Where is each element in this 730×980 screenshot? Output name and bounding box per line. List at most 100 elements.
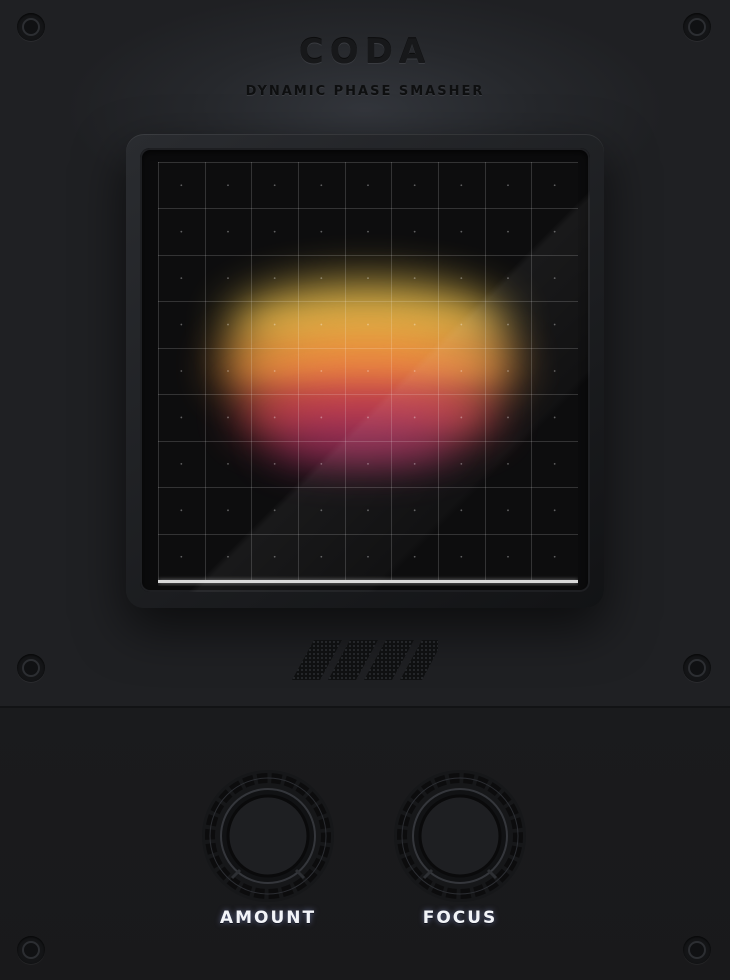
grid-dot <box>413 230 416 233</box>
grid-dot <box>460 184 463 187</box>
grid-dot <box>320 462 323 465</box>
grid-dot <box>320 509 323 512</box>
screw-icon <box>683 936 711 964</box>
grid-dot <box>227 416 229 419</box>
grid-dot <box>273 509 276 512</box>
grid-dot <box>460 323 463 326</box>
grid-dot <box>273 184 276 187</box>
amount-label: AMOUNT <box>219 908 317 928</box>
grid-dot <box>180 370 183 372</box>
grid-dot <box>413 184 416 187</box>
spectrum-baseline <box>158 580 578 583</box>
grid-dot <box>507 184 509 187</box>
screw-icon <box>17 654 45 682</box>
grid-dot <box>413 370 416 372</box>
screw-icon <box>683 13 711 41</box>
grid-dot <box>227 323 229 326</box>
grid-dot <box>227 230 229 233</box>
grid-dot <box>367 370 369 372</box>
grid-dot <box>320 277 323 280</box>
grid-dot <box>553 184 556 187</box>
spectrum-grid <box>158 162 578 581</box>
grid-dot <box>180 416 183 419</box>
grid-dot <box>413 509 416 512</box>
grid-dot <box>460 555 463 558</box>
grid-dot <box>367 323 369 326</box>
grid-dot <box>273 416 276 419</box>
grid-dot <box>180 323 183 326</box>
grid-dot <box>180 509 183 512</box>
screw-icon <box>17 13 45 41</box>
grid-dot <box>507 323 509 326</box>
grid-dot <box>273 323 276 326</box>
grid-dot <box>553 370 556 372</box>
grid-dot <box>367 184 369 187</box>
vent-grille-icon <box>292 640 438 680</box>
top-panel: CODA DYNAMIC PHASE SMASHER <box>0 0 730 708</box>
grid-dot <box>460 230 463 233</box>
grid-dot <box>273 277 276 280</box>
grid-dot <box>273 230 276 233</box>
spectrum-display[interactable] <box>158 162 578 586</box>
plugin-title: CODA <box>298 32 432 72</box>
grid-dot <box>180 555 183 558</box>
grid-dot <box>507 416 509 419</box>
grid-dot <box>553 230 556 233</box>
grid-dot <box>227 277 229 280</box>
grid-dot <box>553 462 556 465</box>
grid-dot <box>507 555 509 558</box>
grid-dot <box>320 416 323 419</box>
grid-dot <box>180 277 183 280</box>
focus-knob[interactable] <box>390 766 530 906</box>
grid-dot <box>367 509 369 512</box>
grid-dot <box>367 555 369 558</box>
grid-dot <box>180 230 183 233</box>
grid-dot <box>320 370 323 372</box>
grid-dot <box>413 555 416 558</box>
grid-dot <box>227 555 229 558</box>
grid-dot <box>413 323 416 326</box>
spectrum-display-bezel <box>140 148 590 592</box>
grid-dot <box>553 323 556 326</box>
grid-dot <box>413 462 416 465</box>
screw-icon <box>17 936 45 964</box>
grid-dot <box>367 277 369 280</box>
grid-dot <box>320 555 323 558</box>
grid-dot <box>460 277 463 280</box>
grid-dot <box>367 416 369 419</box>
grid-dot <box>413 277 416 280</box>
grid-dot <box>367 230 369 233</box>
focus-label: FOCUS <box>422 908 498 928</box>
grid-dot <box>553 416 556 419</box>
grid-dot <box>507 230 509 233</box>
grid-dot <box>227 509 229 512</box>
grid-dot <box>460 509 463 512</box>
grid-dot <box>227 370 229 372</box>
grid-dot <box>507 462 509 465</box>
grid-dot <box>227 462 229 465</box>
grid-dot <box>273 370 276 372</box>
grid-dot <box>507 370 509 372</box>
grid-dot <box>227 184 229 187</box>
grid-dot <box>553 277 556 280</box>
spectrum-display-frame <box>126 134 604 608</box>
grid-dot <box>460 416 463 419</box>
screw-icon <box>683 654 711 682</box>
grid-dot <box>413 416 416 419</box>
plugin-window: CODA DYNAMIC PHASE SMASHER AMOUNT FOCUS <box>0 0 730 980</box>
grid-dot <box>507 509 509 512</box>
plugin-subtitle: DYNAMIC PHASE SMASHER <box>245 84 485 99</box>
grid-dot <box>553 555 556 558</box>
grid-dot <box>273 462 276 465</box>
grid-dot <box>180 184 183 187</box>
grid-dot <box>320 184 323 187</box>
controls-panel: AMOUNT FOCUS <box>0 708 730 980</box>
grid-dot <box>553 509 556 512</box>
grid-dot <box>320 230 323 233</box>
amount-knob[interactable] <box>198 766 338 906</box>
grid-dot <box>180 462 183 465</box>
grid-dot <box>367 462 369 465</box>
grid-dot <box>273 555 276 558</box>
grid-dot <box>320 323 323 326</box>
grid-dot <box>460 370 463 372</box>
